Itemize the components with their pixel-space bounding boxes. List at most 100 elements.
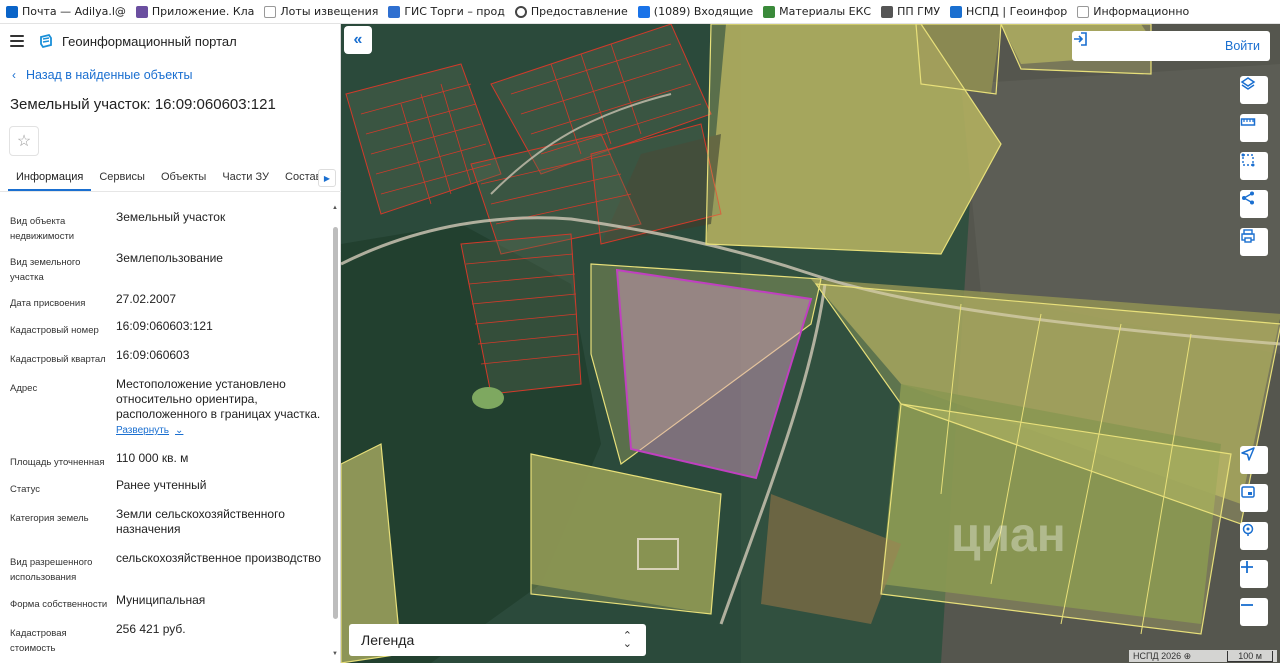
watermark: циан (951, 509, 1066, 562)
bookmark-app[interactable]: Приложение. Кла (135, 5, 254, 18)
scroll-up-icon[interactable]: ▲ (332, 205, 338, 211)
property-value: Земли сельскохозяйственного назначения (116, 507, 285, 536)
panel-scrollbar[interactable]: ▲ ▼ (331, 205, 339, 660)
property-label: Кадастровая стоимость (10, 628, 67, 654)
triangle-right-icon: ▶ (323, 173, 331, 183)
property-label: Категория земель (10, 513, 89, 524)
property-value: Муниципальная (116, 593, 206, 607)
area-select-icon (1241, 153, 1255, 167)
login-icon (1074, 32, 1087, 46)
bookmark-gis-torgi[interactable]: ГИС Торги – прод (388, 5, 505, 18)
property-value: 16:09:060603:121 (116, 319, 213, 333)
bookmark-eks[interactable]: Материалы ЕКС (763, 5, 871, 18)
property-value: Местоположение установлено относительно … (116, 377, 321, 421)
bookmark-info[interactable]: Информационно (1077, 5, 1189, 18)
map-view[interactable]: циан « Войти Легенда ⌃ ⌄ НСПД 2026 ⊕ 100… (341, 24, 1280, 663)
property-value: 110 000 кв. м (116, 451, 189, 465)
bookmark-pp-gmu[interactable]: ПП ГМУ (881, 5, 940, 18)
measure-button[interactable] (1240, 114, 1268, 142)
object-info-panel: Геоинформационный портал ‹ Назад в найде… (0, 24, 341, 663)
mail-icon (6, 5, 18, 18)
printer-icon (1241, 229, 1255, 243)
favorite-button[interactable]: ☆ (9, 126, 39, 156)
property-label: Кадастровый квартал (10, 354, 106, 365)
property-value: 27.02.2007 (116, 292, 177, 306)
property-value: Земельный участок (116, 210, 226, 224)
address-value: Местоположение установлено относительно … (116, 377, 326, 438)
plus-icon (1241, 561, 1253, 573)
page-icon (135, 5, 148, 18)
property-label: Площадь уточненная (10, 457, 105, 468)
print-button[interactable] (1240, 228, 1268, 256)
property-value: Землепользование (116, 251, 223, 265)
search-location-button[interactable] (1240, 522, 1268, 550)
star-icon: ☆ (16, 133, 32, 150)
chevron-down-icon: ⌄ (175, 425, 184, 436)
share-button[interactable] (1240, 190, 1268, 218)
ruler-icon (1240, 118, 1256, 126)
scroll-down-icon[interactable]: ▼ (332, 651, 338, 657)
bookmark-nspd[interactable]: НСПД | Геоинфор (950, 5, 1067, 18)
leaf-icon (763, 5, 776, 18)
tab-objects[interactable]: Объекты (153, 167, 214, 189)
back-to-results-link[interactable]: ‹ Назад в найденные объекты (12, 68, 340, 82)
back-link-label: Назад в найденные объекты (26, 68, 193, 82)
chevron-updown-icon: ⌃ ⌄ (622, 630, 632, 650)
legend-label: Легенда (361, 632, 415, 648)
property-label: Вид объекта недвижимости (10, 216, 75, 242)
property-label: Вид разрешенного использования (10, 557, 93, 583)
basemap-icon (1241, 486, 1255, 498)
navigation-arrow-icon (1241, 447, 1255, 461)
tab-services[interactable]: Сервисы (91, 167, 153, 189)
bookmark-inbox[interactable]: (1089) Входящие (637, 5, 753, 18)
double-chevron-left-icon: « (353, 31, 363, 48)
portal-logo-icon (40, 33, 52, 49)
zoom-in-button[interactable] (1240, 560, 1268, 588)
basemap-button[interactable] (1240, 484, 1268, 512)
chevron-left-icon: ‹ (12, 68, 16, 82)
tabs-divider (0, 191, 341, 192)
minus-icon (1241, 604, 1253, 606)
scrollbar-thumb[interactable] (333, 227, 338, 619)
properties-list: Вид объекта недвижимости Земельный участ… (0, 204, 330, 663)
map-attribution: НСПД 2026 ⊕ (1133, 650, 1192, 661)
tabs-scroll-right-button[interactable]: ▶ (318, 169, 336, 187)
bookmark-mail[interactable]: Почта — Adilya.l@ (6, 5, 126, 18)
property-label: Вид земельного участка (10, 257, 81, 283)
bookmark-services[interactable]: Предоставление (514, 5, 628, 18)
property-value: сельскохозяйственное производство (116, 551, 322, 565)
login-button[interactable]: Войти (1072, 31, 1270, 61)
collapse-panel-button[interactable]: « (344, 26, 372, 54)
geolocation-button[interactable] (1240, 446, 1268, 474)
property-label: Кадастровый номер (10, 325, 99, 336)
map-scale: НСПД 2026 ⊕ 100 м (1129, 650, 1277, 662)
menu-icon[interactable] (10, 35, 24, 47)
property-value: 16:09:060603 (116, 348, 190, 362)
property-label: Форма собственности (10, 599, 108, 610)
portal-title: Геоинформационный портал (62, 33, 237, 49)
layers-icon (1240, 77, 1256, 90)
property-label: Статус (10, 484, 41, 495)
expand-link-label: Развернуть (116, 425, 170, 436)
login-label: Войти (1225, 39, 1260, 53)
property-label: Адрес (10, 383, 38, 394)
tab-information[interactable]: Информация (8, 167, 92, 191)
share-icon (1242, 191, 1254, 205)
bookmarks-bar: Почта — Adilya.l@ Приложение. Кла Лоты и… (0, 0, 1280, 24)
globe-icon (514, 5, 527, 18)
zoom-out-button[interactable] (1240, 598, 1268, 626)
panel-header: Геоинформационный портал (0, 24, 340, 58)
emblem-icon (388, 5, 401, 18)
select-area-button[interactable] (1240, 152, 1268, 180)
bookmark-lots[interactable]: Лоты извещения (264, 5, 378, 18)
expand-address-link[interactable]: Развернуть ⌄ (116, 423, 183, 438)
property-label: Дата присвоения (10, 298, 86, 309)
envelope-icon (637, 5, 650, 18)
tab-parts[interactable]: Части ЗУ (214, 167, 277, 189)
legend-dropdown[interactable]: Легенда ⌃ ⌄ (349, 624, 646, 656)
property-value: Ранее учтенный (116, 478, 207, 492)
scale-label: 100 м (1227, 650, 1273, 662)
document-icon (1077, 5, 1090, 18)
property-value: 256 421 руб. (116, 622, 186, 636)
layers-button[interactable] (1240, 76, 1268, 104)
